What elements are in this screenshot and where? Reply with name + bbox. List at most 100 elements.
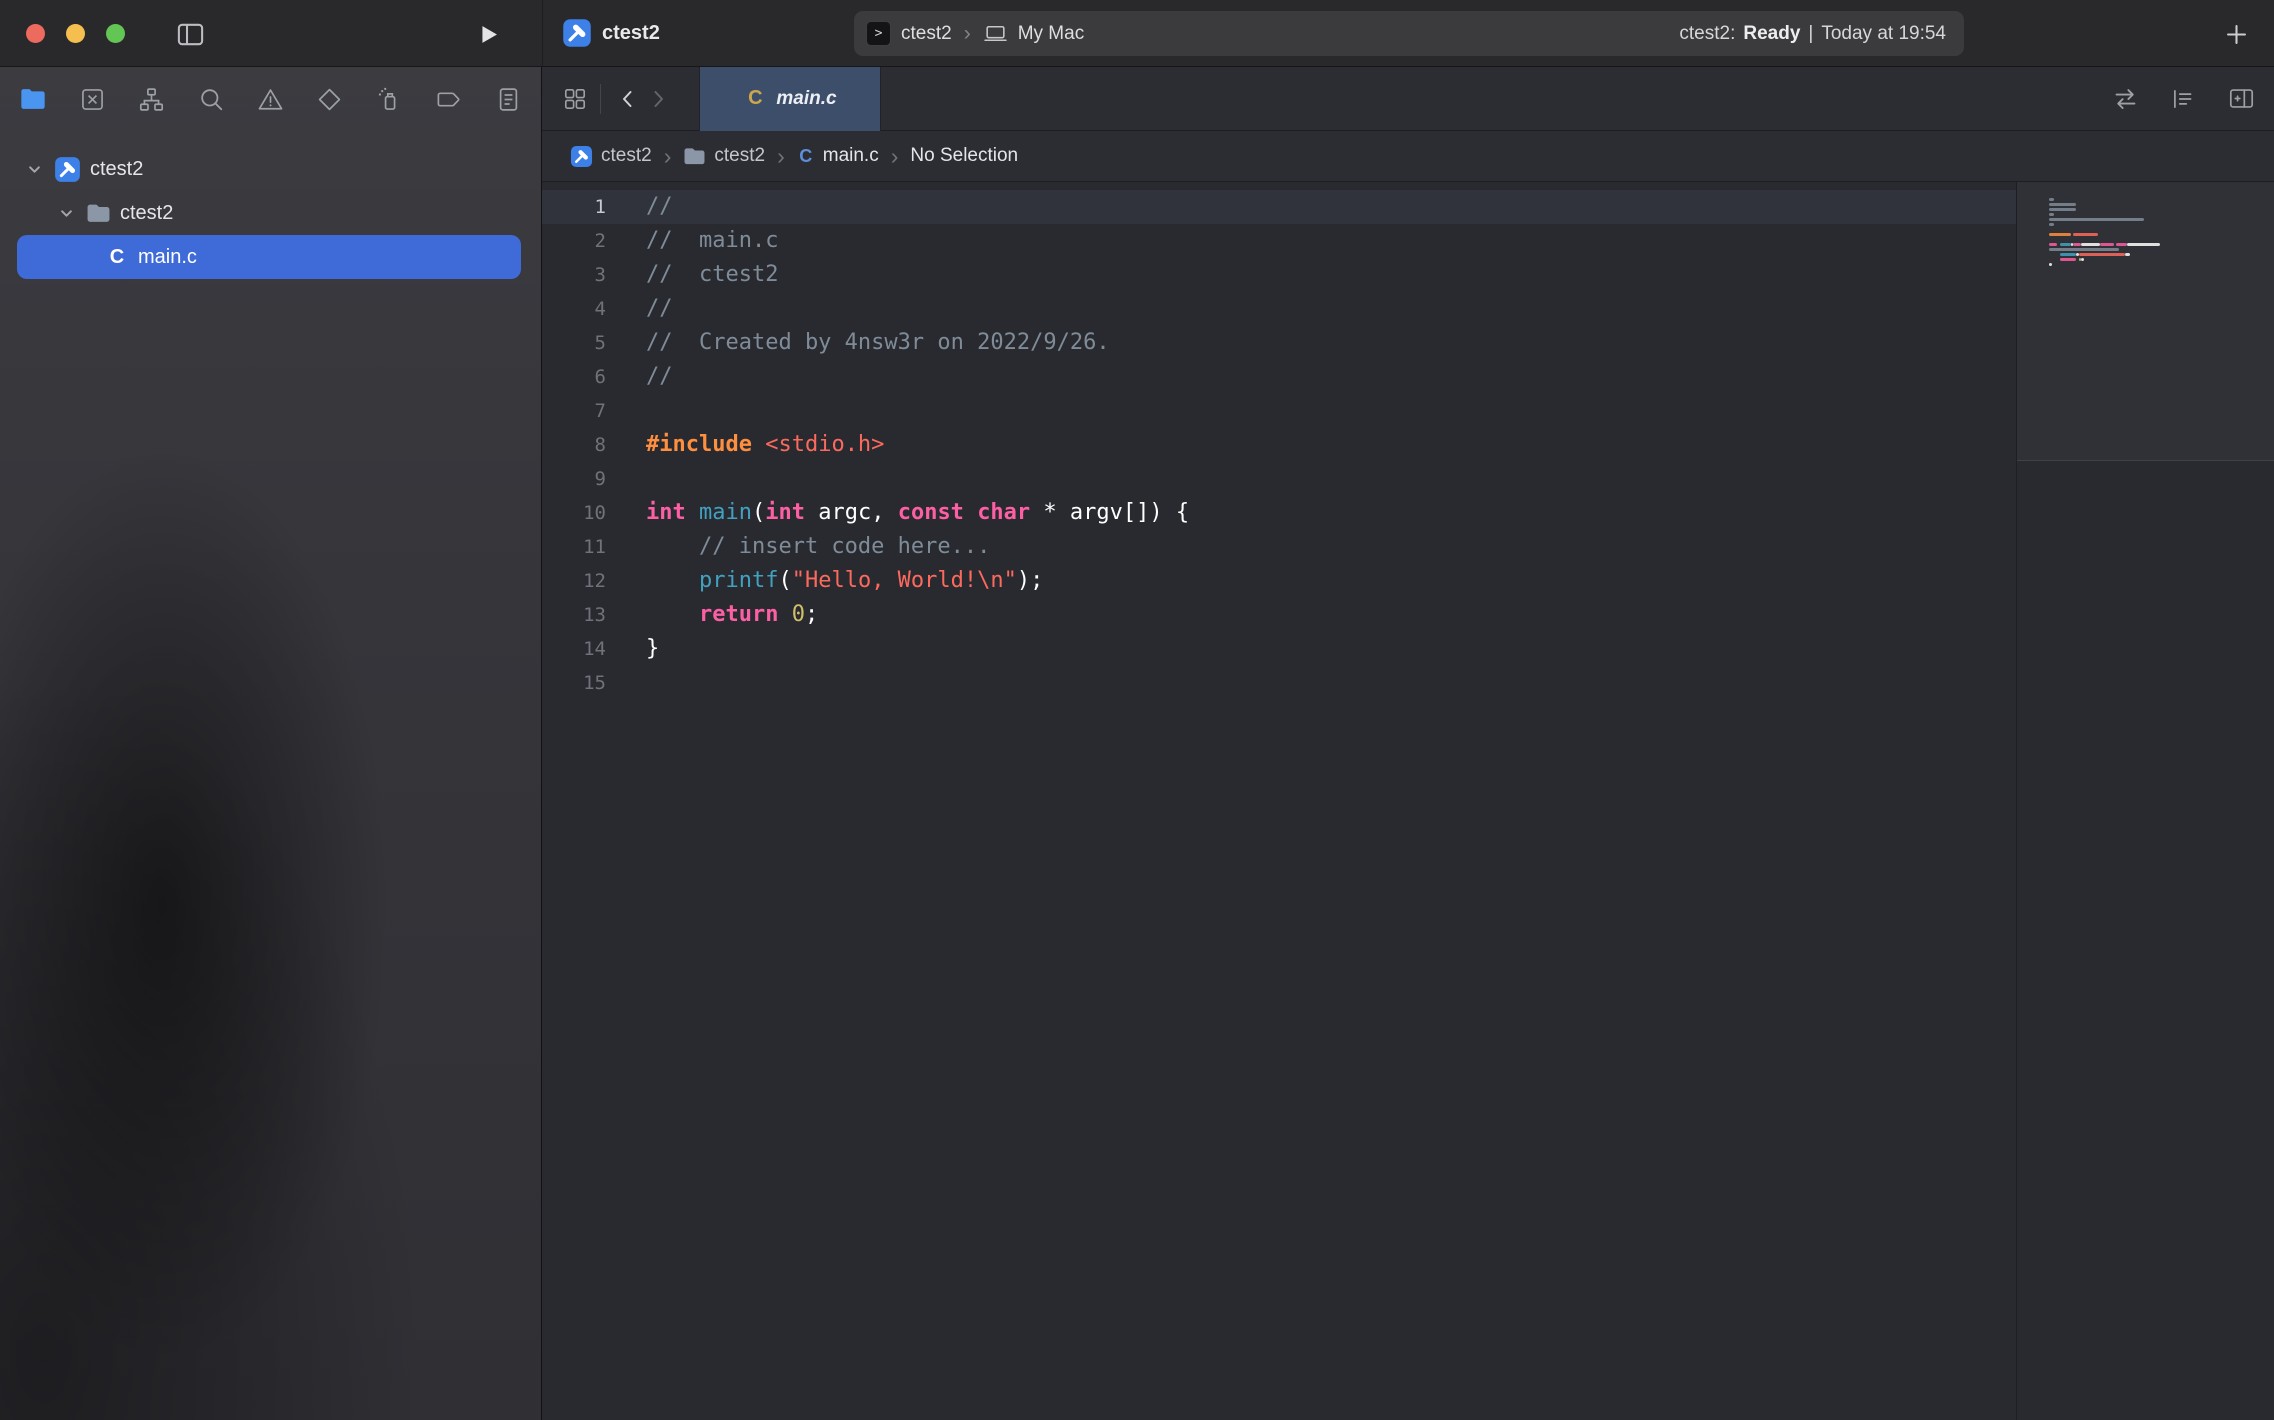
line-content[interactable]: // [620, 190, 673, 224]
line-number[interactable]: 7 [542, 394, 620, 428]
breadcrumb-group[interactable]: ctest2 [683, 145, 765, 167]
tab-main-c[interactable]: C main.c [699, 67, 881, 131]
line-content[interactable]: #include <stdio.h> [620, 428, 884, 462]
minimap-line [2049, 203, 2262, 206]
code-review-button[interactable] [2110, 84, 2140, 114]
debug-navigator-icon[interactable] [373, 83, 405, 115]
my-mac-icon [983, 21, 1008, 46]
code-line[interactable]: 15 [542, 666, 2016, 700]
line-content[interactable]: // insert code here... [620, 530, 990, 564]
breadcrumb-label: main.c [823, 145, 879, 167]
line-content[interactable] [620, 666, 646, 700]
source-control-navigator-icon[interactable] [76, 83, 108, 115]
line-number[interactable]: 11 [542, 530, 620, 564]
code-line[interactable]: 5// Created by 4nsw3r on 2022/9/26. [542, 326, 2016, 360]
editor-options-button[interactable] [2168, 84, 2198, 114]
code-lines: 1//2// main.c3// ctest24//5// Created by… [542, 182, 2016, 700]
line-content[interactable] [620, 394, 646, 428]
line-content[interactable]: int main(int argc, const char * argv[]) … [620, 496, 1189, 530]
code-line[interactable]: 11 // insert code here... [542, 530, 2016, 564]
minimap-line [2049, 208, 2262, 211]
toggle-navigator-button[interactable] [172, 17, 208, 51]
tree-item-label: ctest2 [120, 202, 173, 225]
code-line[interactable]: 12 printf("Hello, World!\n"); [542, 564, 2016, 598]
destination-name[interactable]: My Mac [1018, 23, 1085, 45]
code-line[interactable]: 1// [542, 190, 2016, 224]
disclosure-chevron-icon[interactable] [24, 159, 45, 180]
line-number[interactable]: 6 [542, 360, 620, 394]
line-number[interactable]: 4 [542, 292, 620, 326]
line-number[interactable]: 13 [542, 598, 620, 632]
find-navigator-icon[interactable] [195, 83, 227, 115]
line-number[interactable]: 12 [542, 564, 620, 598]
scheme-app-icon: > [866, 21, 891, 46]
line-content[interactable]: // Created by 4nsw3r on 2022/9/26. [620, 326, 1110, 360]
add-tab-button[interactable] [2218, 17, 2254, 51]
tree-item-project[interactable]: ctest2 [0, 147, 541, 191]
run-button[interactable] [470, 18, 504, 50]
code-editor[interactable]: 1//2// main.c3// ctest24//5// Created by… [542, 182, 2274, 1420]
line-content[interactable]: // main.c [620, 224, 778, 258]
disclosure-chevron-icon[interactable] [56, 203, 77, 224]
breadcrumb-project[interactable]: ctest2 [570, 145, 652, 168]
chevron-right-icon: › [962, 22, 973, 46]
code-line[interactable]: 13 return 0; [542, 598, 2016, 632]
tree-item-group[interactable]: ctest2 [0, 191, 541, 235]
line-number[interactable]: 2 [542, 224, 620, 258]
line-content[interactable] [620, 462, 646, 496]
minimap[interactable] [2016, 182, 2274, 1420]
test-navigator-icon[interactable] [314, 83, 346, 115]
scheme-name[interactable]: ctest2 [901, 23, 952, 45]
tab-bar: C main.c [542, 67, 2274, 131]
report-navigator-icon[interactable] [492, 83, 524, 115]
tree-item-file-selected[interactable]: C main.c [17, 235, 521, 279]
line-content[interactable]: printf("Hello, World!\n"); [620, 564, 1043, 598]
code-line[interactable]: 6// [542, 360, 2016, 394]
back-button[interactable] [613, 82, 643, 116]
line-number[interactable]: 3 [542, 258, 620, 292]
line-number[interactable]: 10 [542, 496, 620, 530]
folder-icon [86, 203, 111, 224]
line-content[interactable]: // ctest2 [620, 258, 778, 292]
line-number[interactable]: 5 [542, 326, 620, 360]
chevron-separator-icon: › [888, 143, 902, 170]
line-number[interactable]: 9 [542, 462, 620, 496]
status-separator: | [1808, 23, 1813, 45]
titlebar: ctest2 > ctest2 › My Mac ctest2: Ready |… [0, 0, 2274, 67]
minimap-line [2049, 263, 2262, 266]
code-line[interactable]: 3// ctest2 [542, 258, 2016, 292]
breadcrumb-selection[interactable]: No Selection [910, 145, 1018, 167]
add-editor-button[interactable] [2226, 84, 2256, 114]
plus-icon [2222, 20, 2251, 49]
code-line[interactable]: 10int main(int argc, const char * argv[]… [542, 496, 2016, 530]
line-content[interactable]: // [620, 292, 673, 326]
line-number[interactable]: 8 [542, 428, 620, 462]
code-line[interactable]: 2// main.c [542, 224, 2016, 258]
scheme-selector[interactable]: > ctest2 › My Mac [866, 21, 1084, 46]
minimap-line [2049, 213, 2262, 216]
close-window-button[interactable] [26, 24, 45, 43]
line-number[interactable]: 1 [542, 190, 620, 224]
minimap-line [2049, 253, 2262, 256]
line-content[interactable]: } [620, 632, 659, 666]
project-navigator-icon[interactable] [17, 83, 49, 115]
editor-pane: C main.c ctest2 › [542, 67, 2274, 1420]
minimize-window-button[interactable] [66, 24, 85, 43]
code-line[interactable]: 8#include <stdio.h> [542, 428, 2016, 462]
forward-button[interactable] [643, 82, 673, 116]
line-number[interactable]: 15 [542, 666, 620, 700]
line-number[interactable]: 14 [542, 632, 620, 666]
code-line[interactable]: 9 [542, 462, 2016, 496]
symbol-navigator-icon[interactable] [136, 83, 168, 115]
line-content[interactable]: // [620, 360, 673, 394]
tab-overview-button[interactable] [562, 86, 588, 112]
line-content[interactable]: return 0; [620, 598, 818, 632]
code-line[interactable]: 14} [542, 632, 2016, 666]
breadcrumb-file[interactable]: C main.c [797, 145, 879, 167]
code-line[interactable]: 7 [542, 394, 2016, 428]
breakpoint-navigator-icon[interactable] [433, 83, 465, 115]
issue-navigator-icon[interactable] [255, 83, 287, 115]
build-status[interactable]: ctest2: Ready | Today at 19:54 [1679, 23, 1946, 45]
code-line[interactable]: 4// [542, 292, 2016, 326]
zoom-window-button[interactable] [106, 24, 125, 43]
